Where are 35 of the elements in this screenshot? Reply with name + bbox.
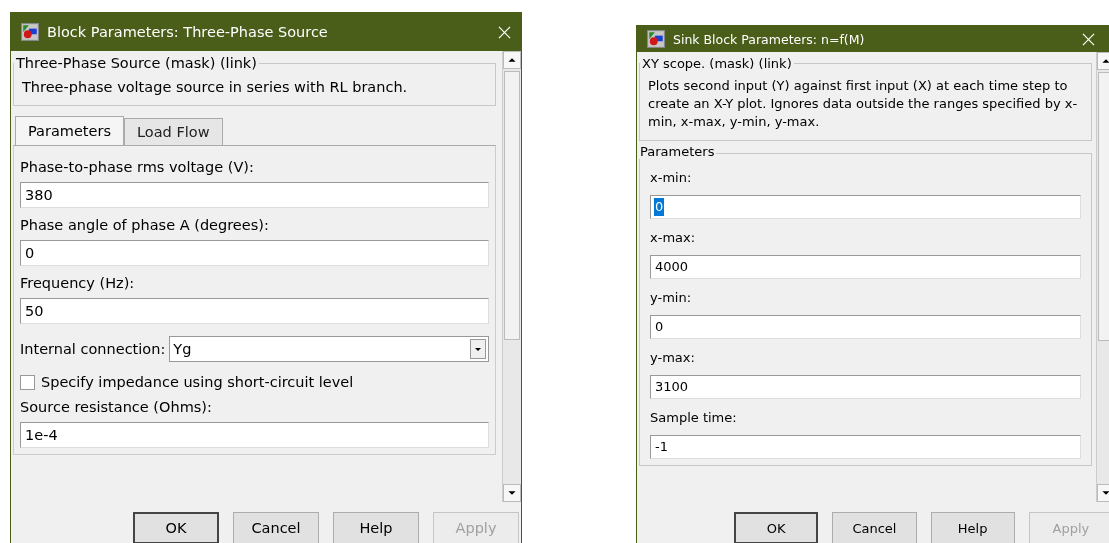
field-label: Phase-to-phase rms voltage (V):: [20, 158, 255, 178]
field-label: y-max:: [650, 348, 696, 367]
field-label: x-max:: [650, 228, 697, 247]
input-field[interactable]: 0: [650, 194, 1081, 219]
window-title: Block Parameters: Three-Phase Source: [47, 24, 329, 40]
field-label: Source resistance (Ohms):: [20, 398, 213, 418]
input-field[interactable]: 0: [650, 314, 1081, 339]
dialog-button[interactable]: Help: [333, 512, 419, 543]
field-label: y-min:: [650, 288, 693, 307]
group-legend: Three-Phase Source (mask) (link): [14, 55, 259, 71]
input-field[interactable]: 380: [20, 182, 489, 209]
input-field[interactable]: 1e-4: [20, 422, 489, 449]
tab[interactable]: Load Flow: [124, 118, 223, 146]
block-description: Three-phase voltage source in series with RL branch.: [22, 78, 409, 97]
dialog-button[interactable]: Cancel: [233, 512, 319, 543]
input-field[interactable]: 0: [20, 240, 489, 267]
dropdown[interactable]: Yg: [169, 336, 489, 363]
block-description: Plots second input (Y) against first input (X) at each time step to create an X-Y plot. Ignores data outside the ranges specified by x-min, x-max, y-min, y-max.: [648, 77, 1079, 132]
checkbox-label: Specify impedance using short-circuit level: [41, 374, 354, 391]
field-label: Internal connection:: [20, 341, 166, 358]
tab[interactable]: Parameters: [15, 116, 124, 146]
input-field[interactable]: -1: [650, 434, 1081, 459]
input-field[interactable]: 3100: [650, 374, 1081, 399]
field-label: Sample time:: [650, 408, 738, 427]
field-label: Frequency (Hz):: [20, 274, 136, 294]
input-field[interactable]: 4000: [650, 254, 1081, 279]
group-legend: XY scope. (mask) (link): [640, 56, 794, 71]
dialog-button[interactable]: Cancel: [832, 512, 917, 543]
field-label: x-min:: [650, 168, 693, 187]
input-field[interactable]: 50: [20, 298, 489, 325]
dialog-button[interactable]: OK: [133, 512, 219, 543]
window-title: Sink Block Parameters: n=f(M): [673, 31, 866, 47]
dialog-button[interactable]: Help: [930, 512, 1015, 543]
field-label: Phase angle of phase A (degrees):: [20, 216, 270, 236]
dialog-button[interactable]: OK: [734, 512, 819, 543]
